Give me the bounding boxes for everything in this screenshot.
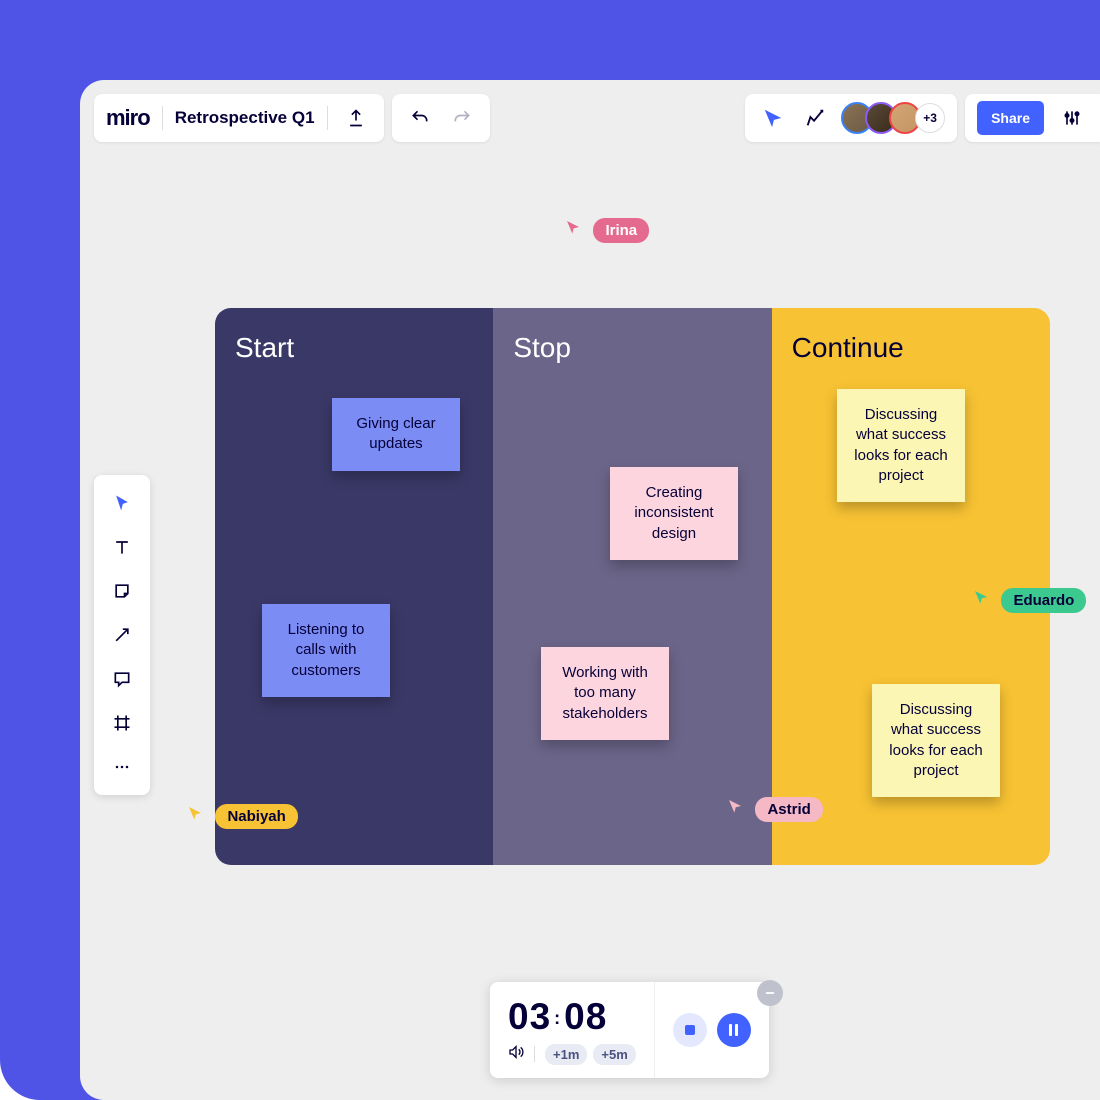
redo-icon[interactable] <box>446 102 478 134</box>
sticky-note[interactable]: Giving clear updates <box>332 398 460 471</box>
miro-logo: miro <box>106 105 150 131</box>
arrow-tool[interactable] <box>102 615 142 655</box>
sticky-note-tool[interactable] <box>102 571 142 611</box>
timer-seconds: 08 <box>564 996 607 1037</box>
cursor-label: Eduardo <box>1001 588 1086 613</box>
timer-collapse-button[interactable] <box>757 980 783 1006</box>
timer-minutes: 03 <box>508 996 551 1037</box>
collab-panel: +3 <box>745 94 957 142</box>
select-tool[interactable] <box>102 483 142 523</box>
settings-icon[interactable] <box>1056 102 1088 134</box>
divider <box>162 106 163 130</box>
user-cursor-eduardo: Eduardo <box>973 580 1086 613</box>
column-stop[interactable]: Stop <box>493 308 771 865</box>
column-title: Stop <box>513 332 751 364</box>
undo-icon[interactable] <box>404 102 436 134</box>
add-1min-button[interactable]: +1m <box>545 1044 587 1065</box>
more-tools[interactable] <box>102 747 142 787</box>
board-info-panel: miro Retrospective Q1 <box>94 94 384 142</box>
timer-display: 03:08 <box>508 996 636 1038</box>
user-cursor-nabiyah: Nabiyah <box>187 796 298 829</box>
present-icon[interactable] <box>757 102 789 134</box>
timer-widget[interactable]: 03:08 +1m +5m <box>490 982 769 1078</box>
comment-tool[interactable] <box>102 659 142 699</box>
timer-stop-button[interactable] <box>673 1013 707 1047</box>
divider <box>534 1046 535 1062</box>
column-start[interactable]: Start <box>215 308 493 865</box>
add-5min-button[interactable]: +5m <box>593 1044 635 1065</box>
sticky-note[interactable]: Listening to calls with customers <box>262 604 390 697</box>
cursor-label: Astrid <box>755 797 822 822</box>
undo-redo-panel <box>392 94 490 142</box>
sticky-note[interactable]: Working with too many stakeholders <box>541 647 669 740</box>
avatar-overflow[interactable]: +3 <box>915 103 945 133</box>
timer-pause-button[interactable] <box>717 1013 751 1047</box>
user-cursor-irina: Irina <box>565 210 649 243</box>
export-icon[interactable] <box>340 102 372 134</box>
canvas[interactable]: miro Retrospective Q1 <box>80 80 1100 1100</box>
divider <box>327 106 328 130</box>
column-title: Continue <box>792 332 1030 364</box>
collaborator-avatars[interactable]: +3 <box>841 102 945 134</box>
sticky-note[interactable]: Discussing what success looks for each p… <box>837 389 965 502</box>
text-tool[interactable] <box>102 527 142 567</box>
sticky-note[interactable]: Discussing what success looks for each p… <box>872 684 1000 797</box>
column-title: Start <box>235 332 473 364</box>
board-title[interactable]: Retrospective Q1 <box>175 108 315 128</box>
sticky-note[interactable]: Creating inconsistent design <box>610 467 738 560</box>
left-toolbar <box>94 475 150 795</box>
cursor-label: Irina <box>593 218 649 243</box>
cursor-label: Nabiyah <box>215 804 297 829</box>
share-button[interactable]: Share <box>977 101 1044 135</box>
reactions-icon[interactable] <box>799 102 831 134</box>
user-cursor-astrid: Astrid <box>727 789 823 822</box>
frame-tool[interactable] <box>102 703 142 743</box>
sound-icon[interactable] <box>508 1044 524 1065</box>
share-panel: Share <box>965 94 1100 142</box>
